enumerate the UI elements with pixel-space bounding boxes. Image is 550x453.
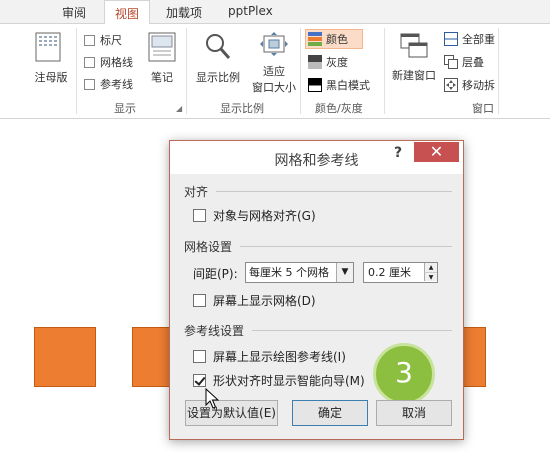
cancel-button[interactable]: 取消 bbox=[376, 400, 452, 426]
magnifier-icon bbox=[206, 34, 231, 59]
group-separator bbox=[76, 28, 77, 114]
show-group-label: 显示 bbox=[114, 102, 136, 115]
guides-section-title: 参考线设置 bbox=[184, 324, 245, 338]
dialog-launcher-icon[interactable]: ◢ bbox=[176, 104, 182, 113]
drawing-guides-checkbox[interactable] bbox=[193, 350, 206, 363]
zoom-label: 显示比例 bbox=[196, 71, 240, 84]
spacing-select-value: 每厘米 5 个网格 bbox=[249, 266, 329, 279]
group-separator bbox=[300, 28, 301, 114]
fit-window-icon bbox=[260, 32, 288, 56]
stepper-up-icon[interactable]: ▲ bbox=[424, 263, 437, 272]
move-split-button[interactable]: 移动拆 bbox=[444, 77, 495, 93]
zoom-group-label: 显示比例 bbox=[220, 102, 264, 115]
snap-to-grid-checkbox[interactable] bbox=[193, 209, 206, 222]
close-icon[interactable]: ✕ bbox=[414, 142, 459, 162]
ribbon-tab-bar: 审阅 视图 加载项 pptPlex bbox=[0, 0, 550, 25]
cascade-label: 层叠 bbox=[462, 56, 484, 69]
group-separator bbox=[498, 28, 499, 114]
guides-label: 参考线 bbox=[100, 78, 133, 91]
show-grid-label: 屏幕上显示网格(D) bbox=[213, 294, 316, 308]
window-group-label: 窗口 bbox=[472, 102, 494, 115]
ruler-check[interactable] bbox=[84, 34, 95, 46]
move-split-icon bbox=[444, 78, 458, 92]
mouse-pointer-icon bbox=[205, 388, 219, 409]
cascade-button[interactable]: 层叠 bbox=[444, 54, 484, 70]
fit-to-window-button[interactable]: 适应 窗口大小 bbox=[252, 32, 296, 95]
tab-review[interactable]: 审阅 bbox=[62, 4, 86, 21]
new-window-icon bbox=[400, 33, 428, 58]
snap-to-grid-option[interactable]: 对象与网格对齐(G) bbox=[193, 207, 316, 224]
orange-square-shape[interactable] bbox=[132, 327, 172, 387]
grayscale-button[interactable]: 灰度 bbox=[308, 54, 348, 70]
tab-pptplex[interactable]: pptPlex bbox=[228, 4, 273, 18]
group-separator bbox=[186, 28, 187, 114]
notes-master-icon bbox=[35, 32, 61, 62]
black-white-label: 黑白模式 bbox=[326, 79, 370, 92]
drawing-guides-option[interactable]: 屏幕上显示绘图参考线(I) bbox=[193, 348, 346, 365]
cascade-icon bbox=[444, 55, 458, 69]
fit-label-line1: 适应 bbox=[263, 65, 285, 78]
notes-label: 笔记 bbox=[151, 71, 173, 84]
gridlines-label: 网格线 bbox=[100, 56, 133, 69]
arrange-all-button[interactable]: 全部重 bbox=[444, 31, 495, 47]
set-default-button[interactable]: 设置为默认值(E) bbox=[185, 400, 278, 426]
ok-button[interactable]: 确定 bbox=[292, 400, 368, 426]
orange-square-shape[interactable] bbox=[34, 327, 96, 387]
dialog-title-bar: 网格和参考线 ? ✕ bbox=[170, 141, 463, 174]
chevron-down-icon[interactable]: ▼ bbox=[336, 263, 353, 282]
drawing-guides-label: 屏幕上显示绘图参考线(I) bbox=[213, 350, 346, 364]
stepper-down-icon[interactable]: ▼ bbox=[424, 272, 437, 281]
color-button[interactable]: 颜色 bbox=[305, 29, 363, 49]
guides-check[interactable] bbox=[84, 78, 95, 90]
black-white-icon bbox=[308, 78, 322, 92]
black-white-button[interactable]: 黑白模式 bbox=[308, 77, 370, 93]
spacing-value: 0.2 厘米 bbox=[368, 266, 411, 279]
align-section-title: 对齐 bbox=[184, 185, 209, 199]
grid-section-title: 网格设置 bbox=[184, 240, 233, 254]
color-group-label: 颜色/灰度 bbox=[315, 102, 363, 115]
notes-button[interactable]: 笔记 bbox=[145, 32, 179, 85]
ribbon: 注母版 标尺 网格线 参考线 笔记 显示 ◢ 显示比例 适应 窗口大小 显示比例… bbox=[0, 24, 550, 119]
tab-addins[interactable]: 加载项 bbox=[166, 4, 202, 21]
gridlines-checkbox[interactable]: 网格线 bbox=[84, 54, 133, 70]
ruler-label: 标尺 bbox=[100, 34, 122, 47]
notes-master-label: 注母版 bbox=[34, 71, 68, 84]
fit-label-line2: 窗口大小 bbox=[252, 81, 296, 94]
notes-page-icon bbox=[148, 32, 176, 62]
spacing-label: 间距(P): bbox=[193, 267, 238, 281]
spacing-stepper[interactable]: 0.2 厘米 ▲ ▼ bbox=[363, 262, 438, 283]
color-palette-icon bbox=[308, 32, 322, 46]
zoom-button[interactable]: 显示比例 bbox=[192, 32, 244, 85]
guides-checkbox[interactable]: 参考线 bbox=[84, 76, 133, 92]
color-label: 颜色 bbox=[326, 33, 348, 46]
smart-guides-checkbox[interactable] bbox=[193, 374, 206, 387]
spacing-select[interactable]: 每厘米 5 个网格 ▼ bbox=[245, 262, 354, 283]
grayscale-icon bbox=[308, 55, 322, 69]
smart-guides-label: 形状对齐时显示智能向导(M) bbox=[213, 374, 365, 388]
move-split-label: 移动拆 bbox=[462, 79, 495, 92]
group-separator bbox=[384, 28, 385, 114]
ruler-checkbox[interactable]: 标尺 bbox=[84, 32, 122, 48]
smart-guides-option[interactable]: 形状对齐时显示智能向导(M) bbox=[193, 372, 365, 389]
show-grid-option[interactable]: 屏幕上显示网格(D) bbox=[193, 292, 316, 309]
show-grid-checkbox[interactable] bbox=[193, 294, 206, 307]
step-number-badge: 3 bbox=[373, 343, 435, 405]
gridlines-check[interactable] bbox=[84, 56, 95, 68]
snap-to-grid-label: 对象与网格对齐(G) bbox=[213, 209, 316, 223]
new-window-button[interactable]: 新建窗口 bbox=[388, 32, 440, 83]
help-icon[interactable]: ? bbox=[394, 145, 402, 161]
section-divider bbox=[240, 246, 452, 247]
new-window-label: 新建窗口 bbox=[392, 69, 436, 82]
arrange-all-icon bbox=[444, 32, 458, 46]
notes-master-button[interactable]: 注母版 bbox=[28, 32, 68, 85]
section-divider bbox=[216, 191, 452, 192]
grayscale-label: 灰度 bbox=[326, 56, 348, 69]
section-divider bbox=[252, 330, 452, 331]
arrange-all-label: 全部重 bbox=[462, 33, 495, 46]
tab-view[interactable]: 视图 bbox=[104, 0, 151, 25]
orange-square-shape[interactable] bbox=[462, 327, 486, 387]
